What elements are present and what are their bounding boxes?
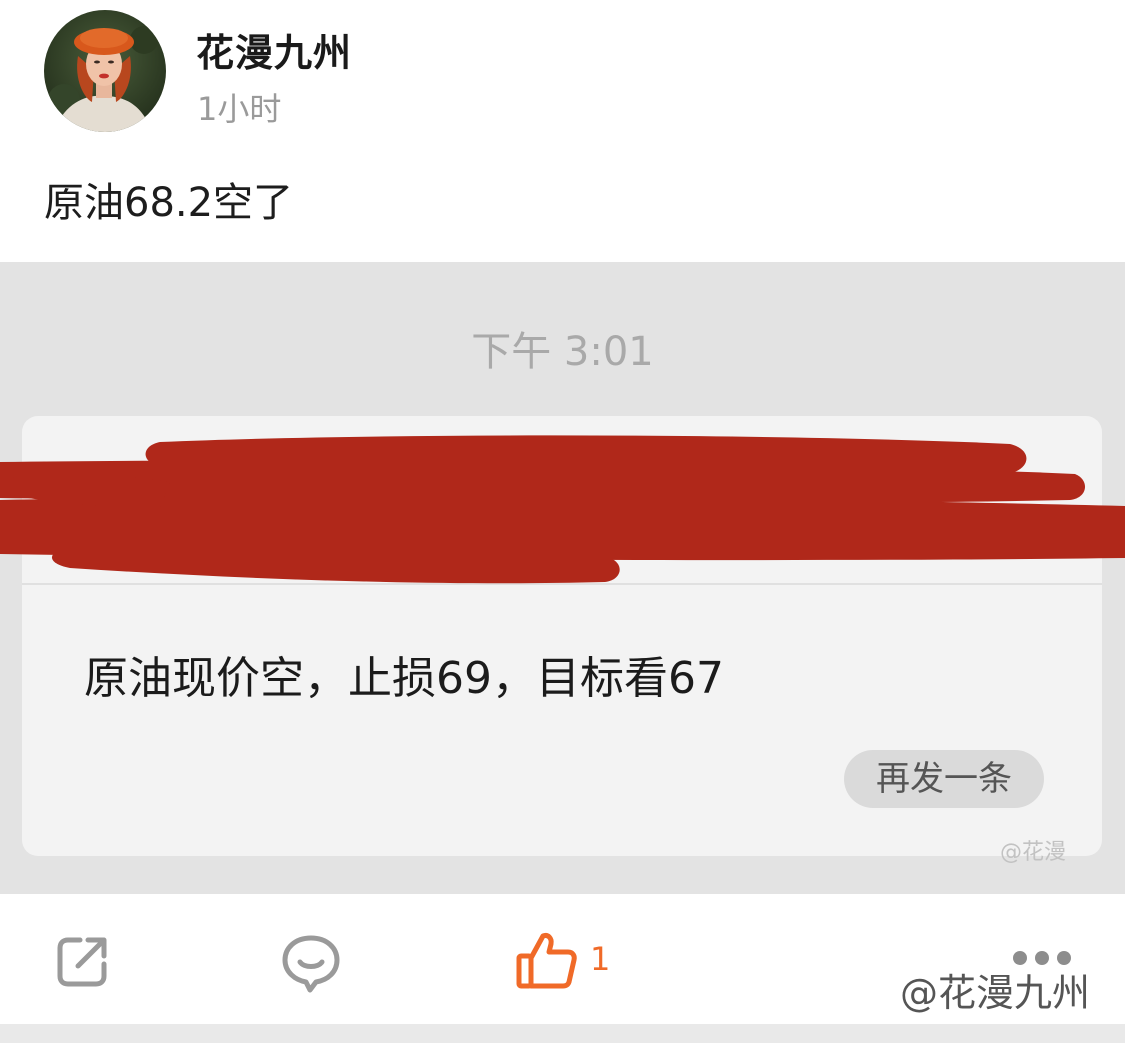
avatar[interactable] — [44, 10, 166, 132]
action-bar: 1 @花漫九州 — [0, 894, 1125, 1024]
share-icon[interactable] — [54, 932, 112, 994]
post-header: 花漫九州 1小时 原油68.2空了 — [0, 0, 1125, 262]
resend-button[interactable]: 再发一条 — [844, 750, 1044, 808]
comment-icon[interactable] — [280, 932, 342, 998]
like-button[interactable]: 1 — [516, 930, 610, 990]
post-text: 原油68.2空了 — [44, 180, 294, 226]
avatar-image — [44, 10, 166, 132]
card-header — [22, 416, 1102, 585]
embedded-screenshot[interactable]: 下午 3:01 原油现价空，止损69，目标看67 再发一条 @花漫 — [0, 262, 1125, 894]
embed-watermark: @花漫 — [1000, 840, 1067, 865]
chat-timestamp: 下午 3:01 — [471, 329, 654, 375]
thumbs-up-icon — [516, 933, 578, 996]
post-timestamp: 1小时 — [197, 90, 282, 128]
bottom-divider — [0, 1024, 1125, 1043]
weibo-watermark: @花漫九州 — [900, 971, 1091, 1015]
message-card: 原油现价空，止损69，目标看67 再发一条 — [22, 416, 1102, 856]
username[interactable]: 花漫九州 — [196, 22, 352, 77]
like-count: 1 — [590, 940, 611, 978]
message-text: 原油现价空，止损69，目标看67 — [84, 653, 724, 704]
